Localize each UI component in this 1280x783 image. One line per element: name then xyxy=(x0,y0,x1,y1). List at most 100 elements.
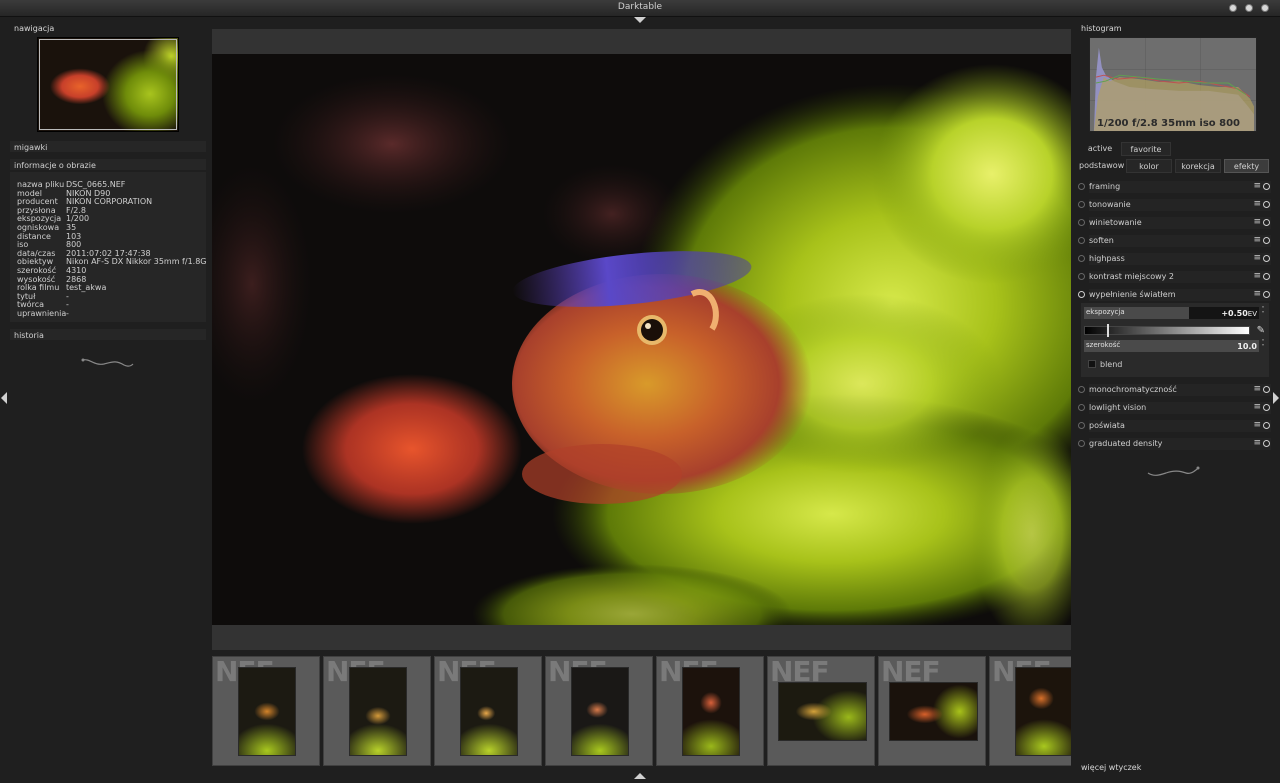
tab-basic[interactable]: podstawow xyxy=(1079,159,1124,173)
presets-menu-icon[interactable]: ≡ xyxy=(1253,438,1261,448)
tab-effects[interactable]: efekty xyxy=(1224,159,1269,173)
presets-menu-icon[interactable]: ≡ xyxy=(1253,235,1261,245)
exposure-slider[interactable]: ekspozycja +0.50EV xyxy=(1084,307,1259,319)
filmstrip[interactable]: NEF NEF NEF NEF NEF NEF NEF NEF xyxy=(212,656,1071,766)
module-lowlight-vision[interactable]: lowlight vision ≡ xyxy=(1078,402,1271,414)
collapse-top-arrow-icon[interactable] xyxy=(634,17,646,23)
image-info-value: test_akwa xyxy=(66,283,107,293)
reset-icon[interactable] xyxy=(1263,219,1270,226)
exposure-stepper[interactable]: ˄ ˅ xyxy=(1260,307,1266,318)
module-name: highpass xyxy=(1089,254,1125,263)
collapse-right-arrow-icon[interactable] xyxy=(1273,392,1279,404)
module-name: winietowanie xyxy=(1089,218,1142,227)
presets-menu-icon[interactable]: ≡ xyxy=(1253,402,1261,412)
module-highpass[interactable]: highpass ≡ xyxy=(1078,253,1271,265)
presets-menu-icon[interactable]: ≡ xyxy=(1253,199,1261,209)
snapshots-header[interactable]: migawki xyxy=(10,141,206,152)
width-slider[interactable]: szerokość 10.0 xyxy=(1084,340,1259,352)
navigation-view-frame[interactable] xyxy=(39,39,177,130)
reset-icon[interactable] xyxy=(1263,422,1270,429)
tab-active[interactable]: active xyxy=(1083,142,1117,156)
presets-menu-icon[interactable]: ≡ xyxy=(1253,289,1261,299)
filmstrip-thumbnail[interactable]: NEF xyxy=(767,656,875,766)
module-name: monochromatyczność xyxy=(1089,385,1177,394)
filmstrip-thumbnail[interactable]: NEF xyxy=(323,656,431,766)
color-picker-icon[interactable]: ✎ xyxy=(1257,325,1265,336)
presets-menu-icon[interactable]: ≡ xyxy=(1253,217,1261,227)
navigation-thumbnail[interactable] xyxy=(37,37,179,132)
blend-checkbox[interactable] xyxy=(1088,360,1096,368)
reset-icon[interactable] xyxy=(1263,440,1270,447)
title-bar: Darktable xyxy=(0,0,1280,17)
main-image-view[interactable] xyxy=(212,54,1071,625)
tab-correction[interactable]: korekcja xyxy=(1175,159,1221,173)
reset-icon[interactable] xyxy=(1263,183,1270,190)
image-info-panel: nazwa pliku DSC_0665.NEF model NIKON D90 pro… xyxy=(10,172,206,322)
center-bottom-bar xyxy=(212,625,1071,650)
presets-menu-icon[interactable]: ≡ xyxy=(1253,253,1261,263)
reset-icon[interactable] xyxy=(1263,386,1270,393)
module-bloom[interactable]: poświata ≡ xyxy=(1078,420,1271,432)
collapse-left-arrow-icon[interactable] xyxy=(1,392,7,404)
power-icon[interactable] xyxy=(1078,386,1085,393)
filmstrip-thumbnail[interactable]: NEF xyxy=(545,656,653,766)
module-framing[interactable]: framing ≡ xyxy=(1078,181,1271,193)
power-icon[interactable] xyxy=(1078,237,1085,244)
image-info-header[interactable]: informacje o obrazie xyxy=(10,159,206,170)
presets-menu-icon[interactable]: ≡ xyxy=(1253,420,1261,430)
module-name: soften xyxy=(1089,236,1114,245)
thumbnail-image xyxy=(1015,667,1071,756)
tab-favorite[interactable]: favorite xyxy=(1121,142,1171,156)
power-icon[interactable] xyxy=(1078,201,1085,208)
power-icon[interactable] xyxy=(1078,440,1085,447)
module-graduated-density[interactable]: graduated density ≡ xyxy=(1078,438,1271,450)
module-header-background xyxy=(1089,235,1271,247)
reset-icon[interactable] xyxy=(1263,273,1270,280)
module-name: poświata xyxy=(1089,421,1125,430)
filmstrip-thumbnail[interactable]: NEF xyxy=(212,656,320,766)
image-info-row: uprawnienia- xyxy=(17,309,69,318)
power-icon[interactable] xyxy=(1078,422,1085,429)
histogram-header[interactable]: histogram xyxy=(1081,24,1122,33)
maximize-button[interactable] xyxy=(1245,4,1253,12)
navigation-header[interactable]: nawigacja xyxy=(14,24,54,33)
power-icon[interactable] xyxy=(1078,255,1085,262)
width-stepper[interactable]: ˄ ˅ xyxy=(1260,340,1266,351)
filmstrip-thumbnail[interactable]: NEF xyxy=(878,656,986,766)
center-gradient-marker[interactable] xyxy=(1107,324,1110,337)
power-icon[interactable] xyxy=(1078,273,1085,280)
module-soften[interactable]: soften ≡ xyxy=(1078,235,1271,247)
collapse-bottom-arrow-icon[interactable] xyxy=(634,773,646,779)
filmstrip-thumbnail[interactable]: NEF xyxy=(656,656,764,766)
presets-menu-icon[interactable]: ≡ xyxy=(1253,181,1261,191)
panel-end-ornament-icon xyxy=(81,358,134,367)
more-plugins-button[interactable]: więcej wtyczek xyxy=(1081,763,1141,772)
reset-icon[interactable] xyxy=(1263,291,1270,298)
power-icon[interactable] xyxy=(1078,291,1085,298)
power-icon[interactable] xyxy=(1078,219,1085,226)
module-local-contrast[interactable]: kontrast miejscowy 2 ≡ xyxy=(1078,271,1271,283)
module-monochrome[interactable]: monochromatyczność ≡ xyxy=(1078,384,1271,396)
module-toning[interactable]: tonowanie ≡ xyxy=(1078,199,1271,211)
width-value: 10.0 xyxy=(1237,342,1257,351)
presets-menu-icon[interactable]: ≡ xyxy=(1253,384,1261,394)
history-header[interactable]: historia xyxy=(10,329,206,340)
filmstrip-thumbnail[interactable]: NEF xyxy=(434,656,542,766)
thumbnail-image xyxy=(778,682,867,741)
module-vignetting[interactable]: winietowanie ≡ xyxy=(1078,217,1271,229)
power-icon[interactable] xyxy=(1078,404,1085,411)
minimize-button[interactable] xyxy=(1229,4,1237,12)
thumbnail-image xyxy=(238,667,296,756)
presets-menu-icon[interactable]: ≡ xyxy=(1253,271,1261,281)
histogram[interactable]: 1/200 f/2.8 35mm iso 800 xyxy=(1089,37,1257,132)
reset-icon[interactable] xyxy=(1263,404,1270,411)
reset-icon[interactable] xyxy=(1263,255,1270,262)
module-name: wypełnienie światłem xyxy=(1089,290,1176,299)
close-button[interactable] xyxy=(1261,4,1269,12)
filmstrip-thumbnail[interactable]: NEF xyxy=(989,656,1071,766)
power-icon[interactable] xyxy=(1078,183,1085,190)
reset-icon[interactable] xyxy=(1263,201,1270,208)
reset-icon[interactable] xyxy=(1263,237,1270,244)
module-fill-light[interactable]: wypełnienie światłem ≡ xyxy=(1078,289,1271,301)
tab-color[interactable]: kolor xyxy=(1126,159,1172,173)
